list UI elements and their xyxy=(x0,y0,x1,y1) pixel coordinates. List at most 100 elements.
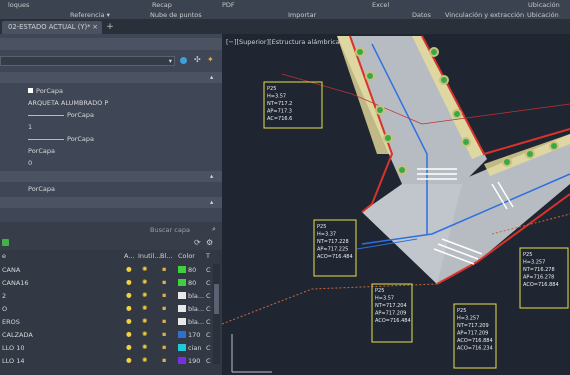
linetype-value[interactable]: PorCapa xyxy=(28,111,94,119)
color-swatch[interactable] xyxy=(178,279,186,286)
quick-select-icon[interactable]: ✦ xyxy=(207,55,214,64)
scrollbar[interactable] xyxy=(213,264,220,364)
bulb-icon[interactable]: ● xyxy=(126,330,132,338)
scrollbar-thumb[interactable] xyxy=(214,284,219,314)
layer-row[interactable]: LLO 14 ● ✺ ▪ 190 C xyxy=(0,355,211,366)
ribbon-group-nube-de-puntos[interactable]: Nube de puntos xyxy=(150,10,202,20)
lock-icon[interactable]: ▪ xyxy=(162,343,166,351)
new-layer-icon[interactable] xyxy=(2,239,9,246)
color-swatch[interactable] xyxy=(178,266,186,273)
lock-icon[interactable]: ▪ xyxy=(162,317,166,325)
sun-icon[interactable]: ✺ xyxy=(142,291,147,299)
color-swatch[interactable] xyxy=(178,331,186,338)
annotation-tag[interactable]: P25 H=3.257NT=717.209 AP=717.209ACO=716.88… xyxy=(453,303,497,369)
color-value[interactable]: PorCapa xyxy=(28,87,63,95)
ribbon-group-datos[interactable]: Datos xyxy=(412,10,431,20)
annotation-tag[interactable]: P25 H=3.57NT=717.2 AP=717.3AC=716.6 xyxy=(263,81,323,129)
lock-icon[interactable]: ▪ xyxy=(162,265,166,273)
layer-row[interactable]: CANA16 ● ✺ ▪ 80 C xyxy=(0,277,211,288)
col-header-freeze[interactable]: Inutil... xyxy=(138,252,161,260)
section-misc[interactable]: ▴ xyxy=(0,197,222,208)
selection-combo[interactable]: ▾ xyxy=(0,56,175,66)
lock-icon[interactable]: ▪ xyxy=(162,356,166,364)
bulb-icon[interactable]: ● xyxy=(126,291,132,299)
material-value[interactable]: PorCapa xyxy=(28,185,55,193)
col-header-lock[interactable]: Bl... xyxy=(160,252,172,260)
annotation-tag[interactable]: P25 H=3.37NT=717.228 AP=717.225ACO=716.484 xyxy=(313,219,357,277)
layer-row[interactable]: CALZADA ● ✺ ▪ 170 C xyxy=(0,329,211,340)
bulb-icon[interactable]: ● xyxy=(126,343,132,351)
layer-row[interactable]: EROS ● ✺ ▪ bla... C xyxy=(0,316,211,327)
ribbon-group-importar[interactable]: Importar xyxy=(288,10,316,20)
tag-text: H=3.37 xyxy=(317,232,336,238)
ribbon-item-ubicacion-top[interactable]: Ubicación xyxy=(528,0,560,10)
layer-color-name: cian xyxy=(188,344,202,352)
col-header-color[interactable]: Color xyxy=(178,252,195,260)
section-3d[interactable]: ▴ xyxy=(0,171,222,182)
ribbon-item-excel[interactable]: Excel xyxy=(372,0,389,10)
ribbon-group-vinculacion[interactable]: Vinculación y extracción xyxy=(445,10,524,20)
tag-text: NT=717.204 xyxy=(375,303,407,309)
section-general[interactable]: ▴ xyxy=(0,72,222,83)
drawing-viewport[interactable]: [−][Superior][Estructura alámbrica 2D] P… xyxy=(222,34,570,375)
lock-icon[interactable]: ▪ xyxy=(162,304,166,312)
sun-icon[interactable]: ✺ xyxy=(142,317,147,325)
color-swatch[interactable] xyxy=(178,305,186,312)
lock-icon[interactable]: ▪ xyxy=(162,330,166,338)
bulb-icon[interactable]: ● xyxy=(126,356,132,364)
lineweight-preview xyxy=(28,138,64,140)
refresh-icon[interactable]: ⟳ xyxy=(194,238,201,247)
lineweight-value[interactable]: PorCapa xyxy=(28,135,94,143)
bulb-icon[interactable]: ● xyxy=(126,304,132,312)
thickness-value[interactable]: 0 xyxy=(28,159,32,167)
tab-estado-actual[interactable]: 02-ESTADO ACTUAL (Y)* × xyxy=(2,21,102,34)
bulb-icon[interactable]: ● xyxy=(126,317,132,325)
sun-icon[interactable]: ✺ xyxy=(142,343,147,351)
plus-icon[interactable]: ✣ xyxy=(194,55,201,64)
col-header-name[interactable]: e xyxy=(2,252,6,260)
color-swatch[interactable] xyxy=(178,344,186,351)
ribbon-item-recap[interactable]: Recap xyxy=(152,0,172,10)
sun-icon[interactable]: ✺ xyxy=(142,265,147,273)
sun-icon[interactable]: ✺ xyxy=(142,330,147,338)
ribbon-group-referencia[interactable]: Referencia ▾ xyxy=(70,10,110,20)
layer-color-name: 170 xyxy=(188,331,201,339)
ribbon-group-ubicacion[interactable]: Ubicación xyxy=(527,10,559,20)
layer-color-name: 80 xyxy=(188,266,197,274)
sun-icon[interactable]: ✺ xyxy=(142,278,147,286)
new-tab-button[interactable]: + xyxy=(104,21,116,34)
lock-icon[interactable]: ▪ xyxy=(162,278,166,286)
annotation-tag[interactable]: P25 H=3.257NT=716.278 AP=716.278ACO=716.88… xyxy=(519,247,569,309)
search-icon[interactable]: ⌕ xyxy=(212,225,216,234)
ribbon-item-bloques[interactable]: loques xyxy=(8,0,29,10)
layer-row[interactable]: LLO 10 ● ✺ ▪ cian C xyxy=(0,342,211,353)
scale-value[interactable]: 1 xyxy=(28,123,32,131)
ribbon: loques Recap PDF Excel Ubicación Referen… xyxy=(0,0,570,20)
layer-search-input[interactable]: Buscar capa xyxy=(150,226,190,234)
col-header-linetype[interactable]: T xyxy=(206,252,210,260)
sun-icon[interactable]: ✺ xyxy=(142,356,147,364)
bulb-icon[interactable]: ● xyxy=(126,278,132,286)
close-icon[interactable]: × xyxy=(92,21,98,34)
layer-row[interactable]: 2 ● ✺ ▪ bla... C xyxy=(0,290,211,301)
bulb-icon[interactable]: ● xyxy=(126,265,132,273)
layer-row[interactable]: CANA ● ✺ ▪ 80 C xyxy=(0,264,211,275)
transparency-value[interactable]: PorCapa xyxy=(28,147,55,155)
lock-icon[interactable]: ▪ xyxy=(162,291,166,299)
linetype-preview xyxy=(28,114,64,116)
layer-color-name: bla... xyxy=(188,305,205,313)
tag-text: ACO=716.484 xyxy=(375,318,411,324)
color-swatch[interactable] xyxy=(178,357,186,364)
col-header-on[interactable]: A... xyxy=(124,252,135,260)
sun-icon[interactable]: ✺ xyxy=(142,304,147,312)
color-swatch[interactable] xyxy=(178,318,186,325)
globe-icon[interactable] xyxy=(180,57,187,64)
annotation-tag[interactable]: P25 H=3.57NT=717.204 AP=717.209ACO=716.484 xyxy=(371,283,413,343)
layer-color-name: 80 xyxy=(188,279,197,287)
layer-value[interactable]: ARQUETA ALUMBRADO P xyxy=(28,99,108,107)
gear-icon[interactable]: ⚙ xyxy=(206,238,213,247)
layer-row[interactable]: O ● ✺ ▪ bla... C xyxy=(0,303,211,314)
layer-name: CALZADA xyxy=(2,331,33,339)
color-swatch[interactable] xyxy=(178,292,186,299)
ribbon-item-pdf[interactable]: PDF xyxy=(222,0,235,10)
